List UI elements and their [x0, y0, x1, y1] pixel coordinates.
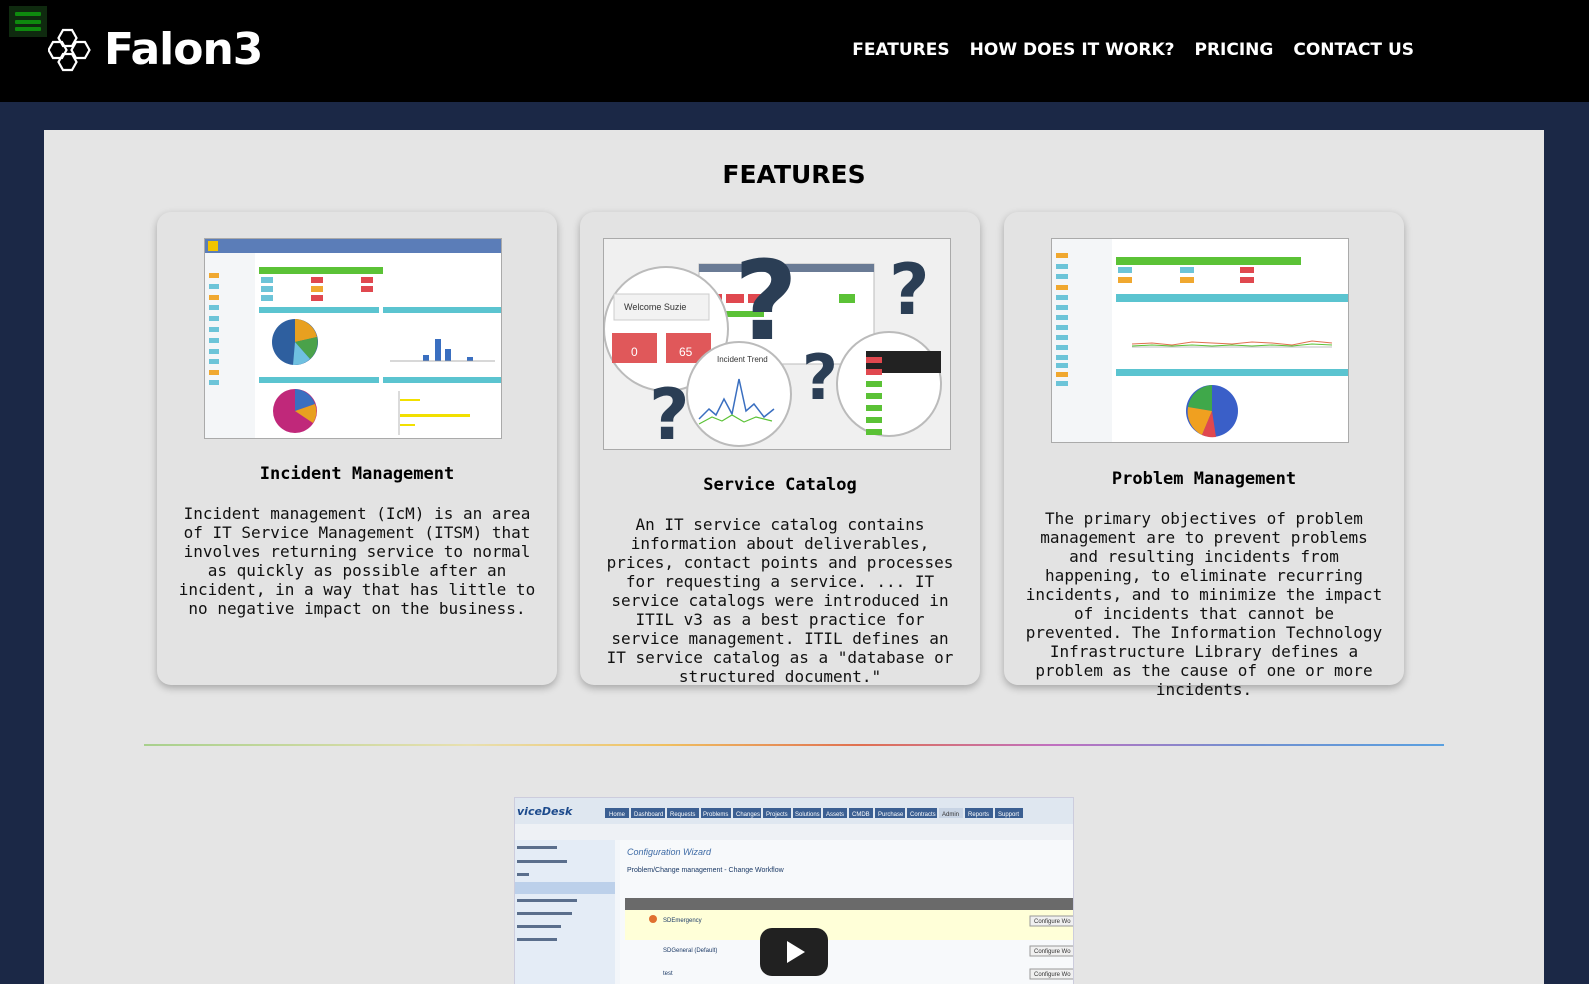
svg-text:Purchase: Purchase: [878, 812, 904, 818]
main-nav: FEATURES HOW DOES IT WORK? PRICING CONTA…: [852, 40, 1414, 60]
feature-card-service-catalog: Welcome Suzie 0 65 Incident Trend ? ? ? …: [580, 212, 980, 686]
svg-text:Assets: Assets: [826, 812, 844, 818]
svg-text:Changes: Changes: [736, 812, 760, 818]
svg-text:?: ?: [802, 341, 838, 414]
svg-text:?: ?: [889, 249, 930, 331]
svg-text:Admin: Admin: [942, 812, 959, 818]
card-description: Incident management (IcM) is an area of …: [178, 504, 536, 618]
play-icon[interactable]: [760, 928, 828, 976]
nav-pricing[interactable]: PRICING: [1195, 40, 1274, 60]
problem-dashboard-screenshot: [1051, 238, 1349, 443]
svg-text:viceDesk: viceDesk: [517, 805, 573, 818]
svg-text:65: 65: [679, 345, 693, 359]
nav-features[interactable]: FEATURES: [852, 40, 949, 60]
svg-text:0: 0: [631, 345, 638, 359]
svg-text:Contracts: Contracts: [910, 812, 936, 818]
incident-dashboard-image: [205, 239, 501, 438]
section-divider: [144, 744, 1444, 746]
card-description: The primary objectives of problem manage…: [1025, 509, 1383, 699]
service-catalog-image: Welcome Suzie 0 65 Incident Trend ? ? ? …: [604, 239, 942, 450]
feature-card-incident-management: Incident Management Incident management …: [157, 212, 557, 685]
svg-text:Dashboard: Dashboard: [634, 812, 663, 818]
svg-text:CMDB: CMDB: [852, 812, 870, 818]
incident-dashboard-screenshot: [204, 238, 502, 439]
svg-text:?: ?: [649, 374, 690, 450]
brand-logo[interactable]: Falon3: [48, 24, 263, 75]
card-title: Incident Management: [259, 464, 455, 484]
embedded-video[interactable]: viceDesk Home Dashboard Requests Problem…: [514, 797, 1074, 984]
menu-line: [15, 19, 41, 24]
svg-text:Configure Wo: Configure Wo: [1034, 949, 1071, 955]
svg-text:SDGeneral (Default): SDGeneral (Default): [663, 948, 717, 954]
nav-contact-us[interactable]: CONTACT US: [1293, 40, 1414, 60]
brand-name: Falon3: [104, 24, 263, 75]
hexagon-logo-icon: [48, 28, 91, 72]
svg-text:Problems: Problems: [703, 812, 728, 818]
feature-card-problem-management: Problem Management The primary objective…: [1004, 212, 1404, 699]
svg-text:Configure Wo: Configure Wo: [1034, 972, 1071, 978]
svg-text:Projects: Projects: [766, 812, 788, 818]
problem-dashboard-image: [1052, 239, 1348, 442]
menu-line: [15, 27, 41, 31]
svg-text:Home: Home: [609, 812, 626, 818]
menu-line: [15, 12, 41, 16]
features-heading: FEATURES: [722, 160, 866, 189]
card-title: Service Catalog: [703, 475, 857, 495]
svg-text:Support: Support: [998, 812, 1019, 818]
svg-text:Configure Wo: Configure Wo: [1034, 919, 1071, 925]
service-catalog-illustration: Welcome Suzie 0 65 Incident Trend ? ? ? …: [603, 238, 951, 450]
top-navigation-bar: Falon3 FEATURES HOW DOES IT WORK? PRICIN…: [0, 0, 1589, 102]
svg-text:Solutions: Solutions: [795, 812, 820, 818]
svg-text:Welcome Suzie: Welcome Suzie: [624, 302, 686, 312]
svg-text:Configuration Wizard: Configuration Wizard: [627, 847, 712, 857]
features-panel: FEATURES Incident Management Incident ma…: [44, 130, 1544, 984]
card-title: Problem Management: [1111, 469, 1297, 489]
svg-text:SDEmergency: SDEmergency: [663, 918, 702, 924]
nav-how-it-works[interactable]: HOW DOES IT WORK?: [970, 40, 1175, 60]
svg-text:?: ?: [734, 239, 798, 365]
hamburger-menu-icon[interactable]: [9, 6, 47, 37]
svg-text:Problem/Change management - Ch: Problem/Change management - Change Workf…: [627, 867, 785, 874]
svg-text:Requests: Requests: [670, 812, 695, 818]
svg-text:test: test: [663, 971, 673, 977]
card-description: An IT service catalog contains informati…: [606, 515, 954, 686]
svg-text:Reports: Reports: [968, 812, 989, 818]
